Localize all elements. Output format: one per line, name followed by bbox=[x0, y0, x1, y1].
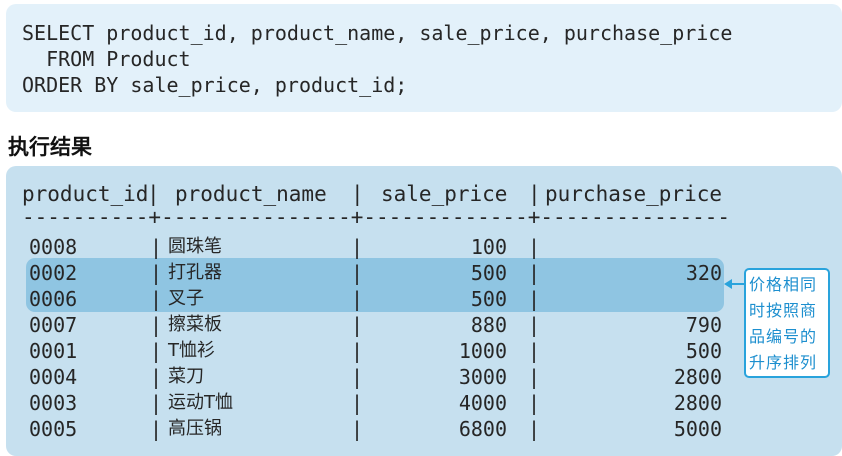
header-product-id: product_id bbox=[22, 182, 149, 206]
cell-product-id: 0007 bbox=[29, 313, 78, 337]
cell-product-id: 0008 bbox=[29, 235, 78, 259]
header-sale-price: sale_price bbox=[381, 182, 508, 206]
cell-product-name: 菜刀 bbox=[168, 366, 204, 387]
sql-line-select: SELECT product_id, product_name, sale_pr… bbox=[22, 21, 733, 45]
column-divider: | bbox=[528, 313, 541, 337]
column-divider: | bbox=[150, 365, 163, 389]
column-divider: | bbox=[351, 313, 364, 337]
sql-code-block: SELECT product_id, product_name, sale_pr… bbox=[6, 4, 842, 112]
cell-purchase-price: 2800 bbox=[673, 391, 722, 415]
column-divider: | bbox=[150, 391, 163, 415]
sql-line-order-by: ORDER BY sale_price, product_id; bbox=[22, 73, 408, 97]
cell-product-id: 0005 bbox=[29, 417, 78, 441]
cell-purchase-price: 5000 bbox=[673, 417, 722, 441]
cell-sale-price: 4000 bbox=[458, 391, 507, 415]
column-divider: | bbox=[528, 417, 541, 441]
column-divider: | bbox=[351, 261, 364, 285]
header-divider: | bbox=[351, 182, 364, 206]
table-row: 0008 | 圆珠笔 | 100 | bbox=[0, 234, 842, 260]
header-separator-line: ----------+---------------+-------------… bbox=[22, 205, 731, 229]
column-divider: | bbox=[351, 365, 364, 389]
column-divider: | bbox=[150, 235, 163, 259]
column-divider: | bbox=[150, 261, 163, 285]
header-divider: | bbox=[528, 182, 541, 206]
tie-break-callout: 价格相同时按照商品编号的升序排列 bbox=[744, 268, 830, 378]
table-row: 0003 | 运动T恤 | 4000 | 2800 bbox=[0, 390, 842, 416]
column-divider: | bbox=[528, 287, 541, 311]
section-title: 执行结果 bbox=[8, 135, 92, 159]
cell-product-id: 0002 bbox=[29, 261, 78, 285]
table-row: 0001 | T恤衫 | 1000 | 500 bbox=[0, 338, 842, 364]
column-divider: | bbox=[528, 235, 541, 259]
header-divider: | bbox=[147, 182, 160, 206]
cell-purchase-price: 2800 bbox=[673, 365, 722, 389]
cell-product-name: 高压锅 bbox=[168, 418, 222, 439]
column-divider: | bbox=[150, 313, 163, 337]
cell-product-name: 打孔器 bbox=[168, 262, 222, 283]
column-divider: | bbox=[528, 261, 541, 285]
cell-purchase-price: 500 bbox=[685, 339, 722, 363]
cell-purchase-price: 320 bbox=[685, 261, 722, 285]
column-divider: | bbox=[150, 339, 163, 363]
cell-product-name: 擦菜板 bbox=[168, 314, 222, 335]
cell-product-id: 0003 bbox=[29, 391, 78, 415]
table-row: 0006 | 叉子 | 500 | bbox=[0, 286, 842, 312]
table-row: 0007 | 擦菜板 | 880 | 790 bbox=[0, 312, 842, 338]
cell-sale-price: 6800 bbox=[458, 417, 507, 441]
column-divider: | bbox=[351, 287, 364, 311]
cell-sale-price: 500 bbox=[470, 261, 507, 285]
column-divider: | bbox=[351, 339, 364, 363]
table-row: 0004 | 菜刀 | 3000 | 2800 bbox=[0, 364, 842, 390]
sql-line-from: FROM Product bbox=[22, 47, 191, 71]
table-row: 0002 | 打孔器 | 500 | 320 bbox=[0, 260, 842, 286]
cell-sale-price: 500 bbox=[470, 287, 507, 311]
column-divider: | bbox=[150, 287, 163, 311]
column-divider: | bbox=[351, 417, 364, 441]
header-product-name: product_name bbox=[175, 182, 327, 206]
header-purchase-price: purchase_price bbox=[545, 182, 723, 206]
column-divider: | bbox=[351, 391, 364, 415]
cell-product-id: 0006 bbox=[29, 287, 78, 311]
callout-arrow-icon bbox=[724, 279, 744, 289]
column-divider: | bbox=[351, 235, 364, 259]
table-row: 0005 | 高压锅 | 6800 | 5000 bbox=[0, 416, 842, 442]
column-divider: | bbox=[150, 417, 163, 441]
column-divider: | bbox=[528, 391, 541, 415]
cell-sale-price: 3000 bbox=[458, 365, 507, 389]
column-divider: | bbox=[528, 365, 541, 389]
cell-product-id: 0004 bbox=[29, 365, 78, 389]
callout-text: 价格相同时按照商品编号的升序排列 bbox=[749, 275, 818, 372]
cell-product-name: 圆珠笔 bbox=[168, 236, 222, 257]
cell-sale-price: 880 bbox=[470, 313, 507, 337]
cell-product-id: 0001 bbox=[29, 339, 78, 363]
cell-product-name: 叉子 bbox=[168, 288, 204, 309]
cell-purchase-price: 790 bbox=[685, 313, 722, 337]
cell-sale-price: 1000 bbox=[458, 339, 507, 363]
cell-sale-price: 100 bbox=[470, 235, 507, 259]
cell-product-name: T恤衫 bbox=[168, 340, 215, 361]
cell-product-name: 运动T恤 bbox=[168, 392, 233, 413]
column-divider: | bbox=[528, 339, 541, 363]
